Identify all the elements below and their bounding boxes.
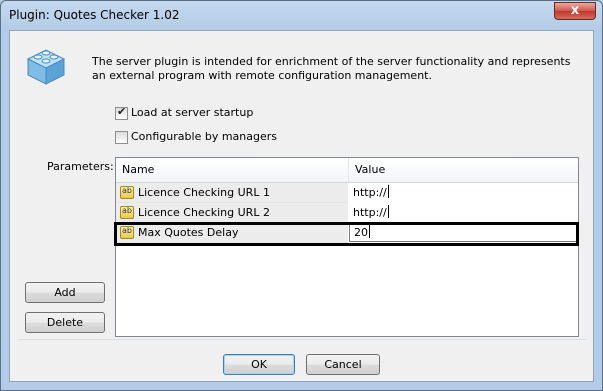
cancel-button[interactable]: Cancel — [306, 354, 380, 375]
text-cursor — [387, 205, 389, 218]
plugin-description: The server plugin is intended for enrich… — [92, 55, 571, 82]
param-value[interactable]: 20 — [354, 226, 368, 239]
load-at-startup-label[interactable]: Load at server startup — [131, 106, 253, 119]
column-header-value[interactable]: Value — [349, 158, 578, 182]
configurable-by-managers-checkbox[interactable]: Configurable by managers — [115, 130, 375, 146]
param-name: Licence Checking URL 2 — [138, 206, 270, 219]
column-header-name[interactable]: Name — [116, 158, 349, 182]
window-title: Plugin: Quotes Checker 1.02 — [9, 8, 180, 22]
row-name-cell[interactable]: ab Max Quotes Delay — [116, 223, 348, 243]
text-cursor — [369, 225, 370, 238]
configurable-by-managers-label[interactable]: Configurable by managers — [131, 130, 277, 143]
title-bar[interactable]: Plugin: Quotes Checker 1.02 x — [1, 1, 602, 29]
param-value[interactable]: http:// — [353, 206, 387, 219]
row-name-cell[interactable]: ab Licence Checking URL 2 — [116, 203, 348, 223]
text-param-icon: ab — [120, 186, 134, 199]
separator — [18, 339, 587, 340]
delete-button[interactable]: Delete — [25, 312, 105, 333]
plugin-dialog-window: Plugin: Quotes Checker 1.02 x The server… — [0, 0, 603, 391]
row-name-cell[interactable]: ab Licence Checking URL 1 — [116, 183, 348, 203]
grid-header: Name Value — [116, 158, 578, 183]
table-row[interactable]: ab Licence Checking URL 2 http:// — [116, 203, 578, 223]
text-param-icon: ab — [120, 226, 134, 239]
text-cursor — [387, 185, 389, 198]
plugin-blocks-icon — [26, 49, 66, 85]
value-edit-field[interactable]: 20 — [349, 224, 578, 242]
text-param-icon: ab — [120, 206, 134, 219]
load-at-startup-checkbox[interactable]: ✔ Load at server startup — [115, 105, 375, 122]
parameters-label: Parameters: — [47, 160, 114, 173]
table-row[interactable]: ab Licence Checking URL 1 http:// — [116, 183, 578, 203]
add-button[interactable]: Add — [25, 282, 105, 303]
close-icon: x — [570, 3, 580, 18]
row-value-cell[interactable]: http:// — [349, 203, 578, 223]
close-button[interactable]: x — [554, 2, 596, 20]
table-row-selected[interactable]: ab Max Quotes Delay 20 — [114, 222, 579, 246]
parameters-grid[interactable]: Name Value ab Licence Checking URL 1 htt… — [114, 157, 579, 337]
dialog-client-area: The server plugin is intended for enrich… — [9, 30, 594, 382]
param-value[interactable]: http:// — [353, 186, 387, 199]
checkbox-box[interactable] — [115, 131, 128, 144]
checkbox-box[interactable]: ✔ — [115, 105, 128, 120]
checkmark-icon: ✔ — [117, 105, 127, 118]
ok-button[interactable]: OK — [223, 354, 295, 375]
row-value-cell[interactable]: http:// — [349, 183, 578, 203]
param-name: Max Quotes Delay — [138, 226, 239, 239]
param-name: Licence Checking URL 1 — [138, 186, 270, 199]
